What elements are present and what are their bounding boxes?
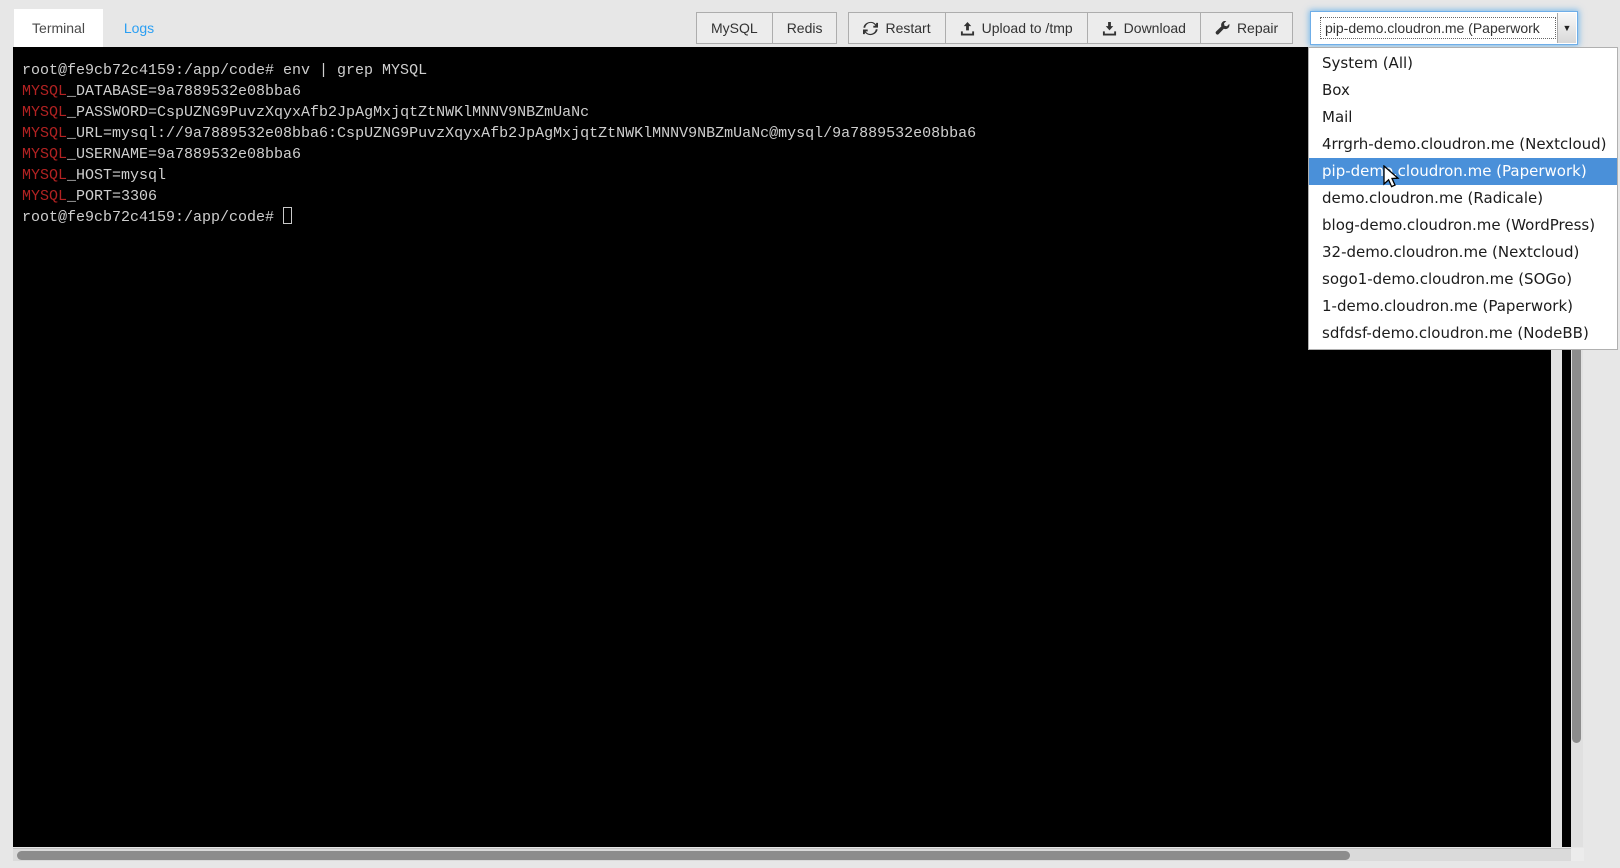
restart-button-label: Restart [885, 20, 930, 36]
wrench-icon [1215, 21, 1230, 36]
app-select[interactable]: pip-demo.cloudron.me (Paperwork ▼ [1310, 11, 1578, 45]
upload-icon [960, 21, 975, 36]
restart-button[interactable]: Restart [848, 12, 945, 44]
redis-button-label: Redis [787, 20, 823, 36]
repair-button[interactable]: Repair [1201, 12, 1293, 44]
horizontal-scrollbar-thumb[interactable] [17, 851, 1350, 860]
tab-terminal[interactable]: Terminal [14, 9, 103, 47]
dropdown-arrow-icon[interactable]: ▼ [1557, 13, 1576, 43]
tab-logs-label: Logs [124, 20, 154, 36]
app-option[interactable]: 4rrgrh-demo.cloudron.me (Nextcloud) [1309, 131, 1617, 158]
app-option[interactable]: Box [1309, 77, 1617, 104]
app-select-value: pip-demo.cloudron.me (Paperwork [1321, 18, 1555, 38]
download-button-label: Download [1124, 20, 1186, 36]
tab-logs[interactable]: Logs [104, 9, 174, 47]
horizontal-scrollbar[interactable] [13, 848, 1571, 861]
action-button-group: Restart Upload to /tmp Download Repair [848, 12, 1293, 44]
mouse-cursor-icon [1383, 165, 1401, 196]
tab-terminal-label: Terminal [32, 20, 85, 36]
upload-button-label: Upload to /tmp [982, 20, 1073, 36]
app-option[interactable]: sogo1-demo.cloudron.me (SOGo) [1309, 266, 1617, 293]
addon-button-group: MySQL Redis [696, 12, 837, 44]
mysql-button-label: MySQL [711, 20, 758, 36]
app-option[interactable]: pip-demo.cloudron.me (Paperwork) [1309, 158, 1617, 185]
redis-button[interactable]: Redis [773, 12, 838, 44]
app-option[interactable]: 32-demo.cloudron.me (Nextcloud) [1309, 239, 1617, 266]
scrollbar-corner [1571, 848, 1584, 861]
app-option[interactable]: sdfdsf-demo.cloudron.me (NodeBB) [1309, 320, 1617, 347]
app-option[interactable]: blog-demo.cloudron.me (WordPress) [1309, 212, 1617, 239]
app-option[interactable]: System (All) [1309, 50, 1617, 77]
app-option[interactable]: Mail [1309, 104, 1617, 131]
mysql-button[interactable]: MySQL [696, 12, 773, 44]
refresh-icon [863, 21, 878, 36]
download-button[interactable]: Download [1088, 12, 1201, 44]
app-select-dropdown: System (All)BoxMail4rrgrh-demo.cloudron.… [1308, 47, 1618, 350]
terminal-cursor [283, 207, 292, 224]
app-option[interactable]: 1-demo.cloudron.me (Paperwork) [1309, 293, 1617, 320]
app-option[interactable]: demo.cloudron.me (Radicale) [1309, 185, 1617, 212]
upload-button[interactable]: Upload to /tmp [946, 12, 1088, 44]
download-icon [1102, 21, 1117, 36]
repair-button-label: Repair [1237, 20, 1278, 36]
toolbar: MySQL Redis Restart Upload to /tmp Downl… [696, 12, 1293, 44]
